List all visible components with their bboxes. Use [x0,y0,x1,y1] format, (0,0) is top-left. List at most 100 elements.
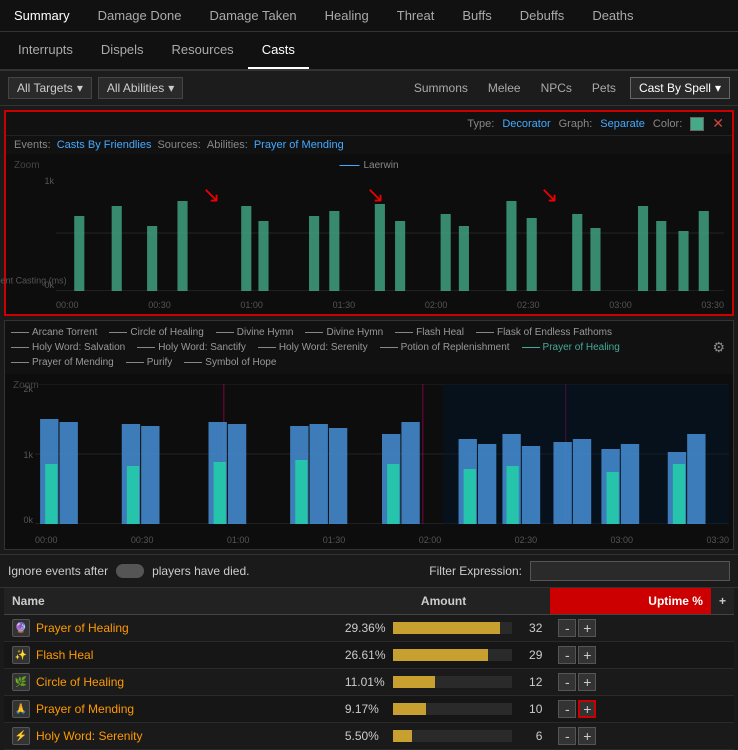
zoom-label1: Zoom [14,160,40,171]
nav-damage-done[interactable]: Damage Done [84,0,196,31]
filter-expression-label: Filter Expression: [429,564,522,578]
nav-deaths[interactable]: Deaths [578,0,647,31]
bar-background [393,649,513,661]
legend-symbol-hope: Symbol of Hope [184,357,276,368]
table-row-uptime: - + [550,669,711,696]
subnav-casts[interactable]: Casts [248,32,309,69]
sources-label: Sources: [157,139,200,151]
legend-purify: Purify [126,357,173,368]
spell-icon: ⚡ [12,727,30,745]
graph-value: Separate [600,118,645,130]
minus-button[interactable]: - [558,700,576,718]
ignore-toggle[interactable] [116,564,144,578]
filter-bar: All Targets ▾ All Abilities ▾ Summons Me… [0,71,738,106]
cast-by-spell-button[interactable]: Cast By Spell ▾ [630,77,730,99]
chart1-svg [56,176,724,291]
bar-fill [393,649,489,661]
top-navigation: Summary Damage Done Damage Taken Healing… [0,0,738,32]
nav-buffs[interactable]: Buffs [448,0,505,31]
table-row: ✨ Flash Heal [4,642,337,669]
table-row-uptime: - + [550,696,711,723]
arrow3-icon: ↘ [540,182,558,208]
col-uptime-header: Uptime % [550,588,711,615]
subnav-resources[interactable]: Resources [158,32,248,69]
bar-background [393,730,513,742]
x-tick2: 03:30 [706,535,729,545]
melee-link[interactable]: Melee [482,79,527,97]
chevron-down-icon: ▾ [77,81,83,95]
minus-button[interactable]: - [558,673,576,691]
y-tick: 0k [44,280,54,290]
legend-holy-serenity: Holy Word: Serenity [258,342,368,353]
npcs-link[interactable]: NPCs [535,79,578,97]
uptime-number-right: 32 [518,621,542,635]
plus-button[interactable]: + [578,619,596,637]
abilities-value: Prayer of Mending [254,139,344,151]
table-row-uptime: - + [550,615,711,642]
uptime-number-right: 6 [518,729,542,743]
chart2-settings-button[interactable]: ⚙ [710,337,727,358]
nav-damage-taken[interactable]: Damage Taken [195,0,310,31]
y-tick: 1k [44,176,54,186]
percent-text: 5.50% [345,729,387,743]
plus-button[interactable]: + [578,646,596,664]
minus-button[interactable]: - [558,646,576,664]
abilities-label: Abilities: [207,139,248,151]
col-amount-header: Amount [337,588,551,615]
legend-prayer-healing: Prayer of Healing [522,342,620,353]
all-targets-dropdown[interactable]: All Targets ▾ [8,77,92,99]
nav-summary[interactable]: Summary [0,0,84,31]
plus-button[interactable]: + [578,700,596,718]
events-label: Events: [14,139,51,151]
y-tick2: 2k [23,384,33,394]
bar-background [393,676,513,688]
color-swatch [690,117,704,131]
close-icon[interactable]: ✕ [712,115,724,132]
nav-healing[interactable]: Healing [311,0,383,31]
legend-divine-hymn2: Divine Hymn [305,327,383,338]
table-row-amount: 5.50% 6 [337,723,551,750]
summons-link[interactable]: Summons [408,79,474,97]
bar-background [393,703,513,715]
nav-threat[interactable]: Threat [383,0,449,31]
table-row-plus [711,669,734,696]
subnav-dispels[interactable]: Dispels [87,32,158,69]
minus-button[interactable]: - [558,727,576,745]
spell-icon: ✨ [12,646,30,664]
x-tick2: 01:30 [323,535,346,545]
table-row-plus [711,642,734,669]
pets-link[interactable]: Pets [586,79,622,97]
spells-table: Name Amount Uptime % + 🔮 Prayer of Heali… [4,588,734,750]
plus-button[interactable]: + [578,727,596,745]
legend-flash-heal: Flash Heal [395,327,464,338]
col-name-header: Name [4,588,337,615]
legend-holy-salvation: Holy Word: Salvation [11,342,125,353]
x-tick2: 02:30 [515,535,538,545]
x-tick: 02:00 [425,300,448,310]
sub-navigation: Interrupts Dispels Resources Casts [0,32,738,71]
chart2-svg [35,384,729,524]
nav-debuffs[interactable]: Debuffs [506,0,579,31]
table-row-uptime: - + [550,723,711,750]
plus-button[interactable]: + [578,673,596,691]
subnav-interrupts[interactable]: Interrupts [4,32,87,69]
table-row: ⚡ Holy Word: Serenity [4,723,337,750]
events-value: Casts By Friendlies [57,139,152,151]
color-label: Color: [653,118,682,130]
spell-icon: 🌿 [12,673,30,691]
x-tick: 02:30 [517,300,540,310]
uptime-number-right: 29 [518,648,542,662]
legend-potion: Potion of Replenishment [380,342,510,353]
x-tick2: 03:00 [611,535,634,545]
spell-name-text: Holy Word: Serenity [36,729,142,743]
y-tick2: 1k [23,450,33,460]
legend-arcane-torrent: Arcane Torrent [11,327,97,338]
bar-fill [393,622,501,634]
minus-button[interactable]: - [558,619,576,637]
chevron-down-icon: ▾ [168,81,174,95]
filter-expression-input[interactable] [530,561,730,581]
spell-icon: 🙏 [12,700,30,718]
x-tick2: 01:00 [227,535,250,545]
col-plus-header: + [711,588,734,615]
all-abilities-dropdown[interactable]: All Abilities ▾ [98,77,183,99]
